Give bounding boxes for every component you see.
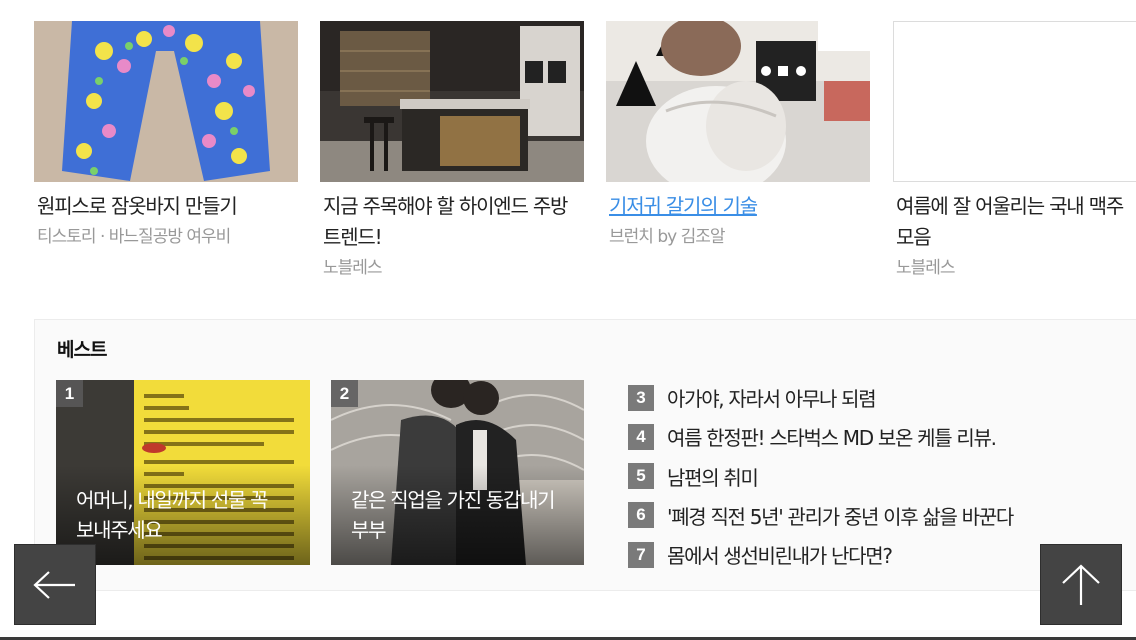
luxury-kitchen-photo xyxy=(320,21,584,182)
best-section: 베스트 1 어머니, 내일까지 선물 꼭 보내주세요 2 같은 직업을 가진 동… xyxy=(34,319,1136,591)
list-item-title[interactable]: '폐경 직전 5년' 관리가 중년 이후 삶을 바꾼다 xyxy=(667,501,1014,530)
page: 원피스로 잠옷바지 만들기 티스토리 · 바느질공방 여우비 지금 주목해야 할… xyxy=(0,0,1136,640)
list-item-title[interactable]: 여름 한정판! 스타벅스 MD 보온 케틀 리뷰. xyxy=(667,422,997,451)
list-item[interactable]: 3 아가야, 자라서 아무나 되렴 xyxy=(628,378,1098,417)
arrow-up-icon xyxy=(1062,563,1100,605)
content-card[interactable]: 지금 주목해야 할 하이엔드 주방 트렌드! 노블레스 xyxy=(320,21,584,279)
list-item[interactable]: 5 남편의 취미 xyxy=(628,457,1098,496)
list-item[interactable]: 6 '폐경 직전 5년' 관리가 중년 이후 삶을 바꾼다 xyxy=(628,496,1098,535)
best-rank-list: 3 아가야, 자라서 아무나 되렴 4 여름 한정판! 스타벅스 MD 보온 케… xyxy=(628,378,1098,574)
baby-diaper-photo xyxy=(606,21,870,182)
content-card[interactable]: 여름에 잘 어울리는 국내 맥주 모음 노블레스 xyxy=(893,21,1136,279)
card-source: 노블레스 xyxy=(896,258,956,278)
floral-pajama-pants-photo xyxy=(34,21,298,182)
content-card-row: 원피스로 잠옷바지 만들기 티스토리 · 바느질공방 여우비 지금 주목해야 할… xyxy=(34,21,1136,291)
section-heading: 베스트 xyxy=(57,339,107,361)
content-card[interactable]: 원피스로 잠옷바지 만들기 티스토리 · 바느질공방 여우비 xyxy=(34,21,298,248)
list-item[interactable]: 4 여름 한정판! 스타벅스 MD 보온 케틀 리뷰. xyxy=(628,417,1098,456)
arrow-left-icon xyxy=(33,570,75,599)
card-thumbnail[interactable] xyxy=(320,21,584,182)
list-item[interactable]: 7 몸에서 생선비린내가 난다면? xyxy=(628,535,1098,574)
blank-thumbnail[interactable] xyxy=(893,21,1136,182)
featured-caption[interactable]: 같은 직업을 가진 동갑내기 부부 xyxy=(351,485,570,545)
rank-badge: 1 xyxy=(56,380,83,407)
rank-number: 5 xyxy=(628,463,654,490)
card-thumbnail[interactable] xyxy=(606,21,870,182)
rank-badge: 2 xyxy=(331,380,358,407)
list-item-title[interactable]: 몸에서 생선비린내가 난다면? xyxy=(667,540,893,569)
featured-caption[interactable]: 어머니, 내일까지 선물 꼭 보내주세요 xyxy=(76,485,296,545)
card-source: 노블레스 xyxy=(323,258,383,278)
card-title-link[interactable]: 기저귀 갈기의 기술 xyxy=(606,191,870,222)
rank-number: 6 xyxy=(628,502,654,529)
content-card[interactable]: 기저귀 갈기의 기술 브런치 by 김조알 xyxy=(606,21,870,248)
best-featured-card[interactable]: 2 같은 직업을 가진 동갑내기 부부 xyxy=(331,380,584,565)
card-source: 브런치 by 김조알 xyxy=(609,227,726,247)
rank-number: 3 xyxy=(628,384,654,411)
rank-number: 7 xyxy=(628,541,654,568)
card-title[interactable]: 지금 주목해야 할 하이엔드 주방 트렌드! xyxy=(320,191,584,253)
list-item-title[interactable]: 아가야, 자라서 아무나 되렴 xyxy=(667,383,877,412)
best-featured-card[interactable]: 1 어머니, 내일까지 선물 꼭 보내주세요 xyxy=(56,380,310,565)
rank-number: 4 xyxy=(628,423,654,450)
card-thumbnail[interactable] xyxy=(34,21,298,182)
card-source: 티스토리 · 바느질공방 여우비 xyxy=(37,227,231,247)
card-title[interactable]: 원피스로 잠옷바지 만들기 xyxy=(34,191,298,222)
scroll-top-button[interactable] xyxy=(1040,544,1122,625)
list-item-title[interactable]: 남편의 취미 xyxy=(667,462,759,491)
back-button[interactable] xyxy=(14,544,96,625)
card-title[interactable]: 여름에 잘 어울리는 국내 맥주 모음 xyxy=(893,191,1136,253)
